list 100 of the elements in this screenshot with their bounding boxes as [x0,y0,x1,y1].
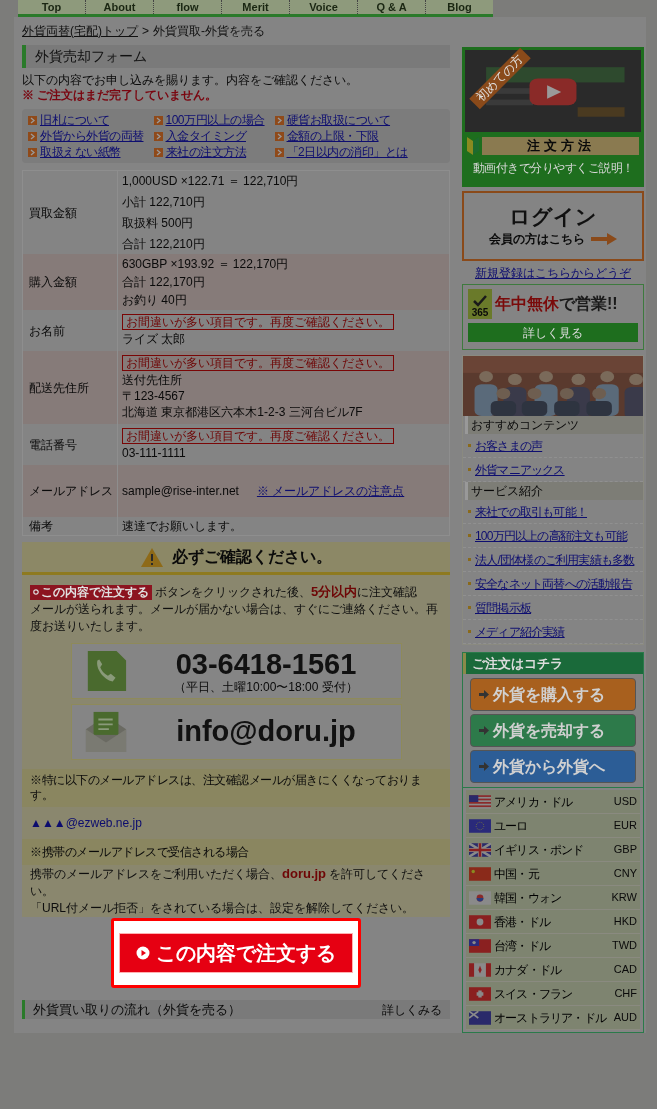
arrow-bullet-icon [274,115,284,125]
cell-text: 630GBP ×193.92 ＝ 122,170円 [122,256,289,272]
confirm-text: メールが送られます。メールが届かない場合は、すぐにご連絡ください。再度お送りいたします。 [30,601,439,635]
error-notice: お間違いが多い項目です。再度ご確認ください。 [122,355,394,371]
login-subtitle: 会員の方はこちら [489,231,585,248]
row-label: お名前 [28,322,66,340]
group-heading: おすすめコンテンツ [465,416,643,434]
bullet-icon [468,444,471,447]
cell-text: 送付先住所 [122,372,182,388]
nav-tab[interactable]: flow [154,0,222,14]
currency-row[interactable]: 台湾・ドル TWD [466,934,640,958]
login-button[interactable]: ログイン 会員の方はこちら [462,191,644,261]
video-banner[interactable]: 初めての方 注文方法 動画付きで分りやすくご説明！ [462,47,644,187]
currency-name: ユーロ [494,817,529,835]
submit-button[interactable]: この内容で注文する [119,933,353,973]
currency-row[interactable]: 香港・ドル HKD [466,910,640,934]
sidebar-link[interactable]: 来社での取引も可能！ [475,502,587,521]
bullet-icon [468,510,471,513]
currency-row[interactable]: カナダ・ドル CAD [466,958,640,982]
flag-icon [469,794,491,809]
warning-icon [140,546,164,568]
flag-icon [469,866,491,881]
order-button[interactable]: 外貨を売却する [470,714,636,747]
row-label: 電話番号 [28,436,78,454]
currency-code: AUD [613,1010,637,1026]
flag-icon [469,818,491,833]
arrow-right-icon [479,726,489,735]
help-link[interactable]: 外貨から外貨の両替 [40,127,144,145]
video-caption: 動画付きで分りやすくご説明！ [471,160,635,177]
currency-row[interactable]: アメリカ・ドル USD [466,790,640,814]
beginner-mark-icon [467,137,479,155]
order-button[interactable]: 外貨を購入する [470,678,636,711]
nav-tab[interactable]: Blog [426,0,493,14]
nav-tab[interactable]: Q & A [358,0,426,14]
arrow-right-icon [479,690,489,699]
order-badge: この内容で注文する [30,584,152,600]
row-label: 配送先住所 [28,379,90,397]
help-link[interactable]: 入金タイミング [165,127,246,145]
breadcrumb-link[interactable]: 外貨両替(宅配)トップ [22,21,138,40]
business-hours: （平日、土曜10:00〜18:00 受付） [174,679,358,694]
sidebar-link[interactable]: 法人/団体様のご利用実績も多数 [475,550,635,569]
arrow-bullet-icon [28,147,37,157]
bullet-icon [468,558,471,561]
warning-text: ※ ご注文はまだ完了していません。 [22,88,219,103]
nav-tab[interactable]: Merit [222,0,290,14]
help-link[interactable]: 「2日以内の消印」とは [286,143,408,161]
sidebar-link[interactable]: 質問掲示板 [475,598,531,617]
currency-code: GBP [613,842,637,858]
order-guide-label: 注文方法 [482,137,639,155]
calendar-badge: 365 [468,289,492,319]
notice-heading: ※特に以下のメールアドレスは、注文確認メールが届きにくくなっております。 [22,769,450,807]
arrow-bullet-icon [274,131,284,141]
help-link[interactable]: 金額の上限・下限 [286,127,379,145]
page-title: 外貨売却フォーム [22,45,450,68]
sidebar-link[interactable]: 100万円以上の高額注文も可能 [475,526,628,545]
help-link[interactable]: 旧札について [40,111,109,129]
currency-row[interactable]: イギリス・ポンド GBP [466,838,640,862]
email-notes-link[interactable]: ※ メールアドレスの注意点 [256,483,405,499]
register-link[interactable]: 新規登録はこちらからどうぞ [475,266,631,280]
currency-name: スイス・フラン [494,985,574,1003]
breadcrumb-current: 外貨買取-外貨を売る [153,22,265,40]
cell-text: ライズ 太郎 [122,331,186,347]
order-button[interactable]: 外貨から外貨へ [470,750,636,783]
arrow-bullet-icon [28,131,37,141]
help-link[interactable]: 取扱えない紙幣 [40,143,121,161]
details-button[interactable]: 詳しく見る [468,323,638,342]
cell-text: 1,000USD ×122.71 ＝ 122,710円 [122,173,299,189]
error-notice: お間違いが多い項目です。再度ご確認ください。 [122,314,394,330]
sidebar-link[interactable]: 安全なネット両替への活動報告 [475,574,632,593]
help-link[interactable]: 100万円以上の場合 [165,111,265,129]
flag-icon [469,914,491,929]
nav-tab[interactable]: Voice [290,0,358,14]
order-heading: ご注文はコチラ [463,653,643,674]
currency-code: HKD [613,914,637,930]
bullet-icon [468,534,471,537]
help-link[interactable]: 硬貨お取扱について [286,111,391,129]
nav-tab[interactable]: Top [18,0,86,14]
more-link[interactable]: 詳しくみる [382,1000,442,1019]
row-label: 購入金額 [28,274,78,291]
group-heading: サービス紹介 [465,482,643,500]
currency-row[interactable]: ユーロ EUR [466,814,640,838]
sidebar-link[interactable]: お客さまの声 [475,436,543,455]
arrow-bullet-icon [28,115,37,125]
currency-name: カナダ・ドル [494,961,563,979]
cell-text: 小計 122,710円 [122,194,205,210]
help-link[interactable]: 来社の注文方法 [165,143,246,161]
sidebar-link[interactable]: メディア紹介実績 [475,622,565,641]
cell-text: 03-111-1111 [122,445,186,461]
currency-code: USD [613,794,637,810]
cell-text: 速達でお願いします。 [122,518,242,534]
currency-code: TWD [611,938,637,954]
currency-row[interactable]: 中国・元 CNY [466,862,640,886]
breadcrumb-separator: > [142,22,149,40]
open-all-year-text: 年中無休で営業!! [495,294,618,314]
currency-row[interactable]: オーストラリア・ドル AUD [466,1006,640,1030]
currency-row[interactable]: 韓国・ウォン KRW [466,886,640,910]
currency-code: CAD [613,962,637,978]
currency-row[interactable]: スイス・フラン CHF [466,982,640,1006]
sidebar-link[interactable]: 外貨マニアックス [475,460,565,479]
nav-tab[interactable]: About [86,0,154,14]
